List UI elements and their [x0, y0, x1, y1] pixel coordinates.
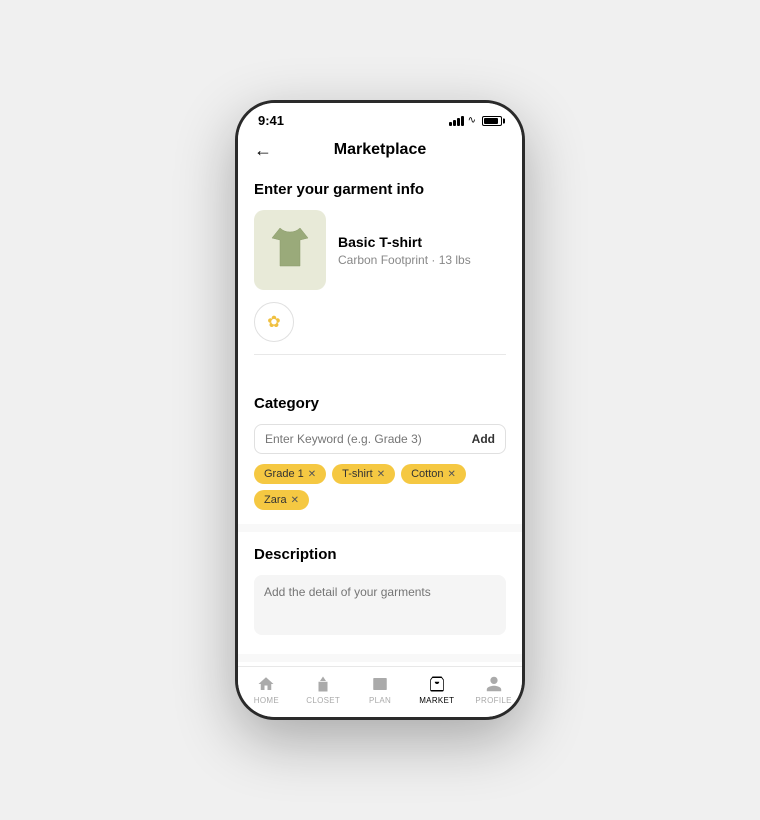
- nav-label-closet: CLOSET: [306, 696, 340, 705]
- flower-icon: ✿: [267, 312, 280, 332]
- garment-info-section: Enter your garment info Basic T-shirt Ca…: [238, 167, 522, 381]
- tag-tshirt[interactable]: T-shirt ✕: [332, 464, 395, 484]
- nav-item-closet[interactable]: CLOSET: [295, 675, 352, 705]
- tag-grade1[interactable]: Grade 1 ✕: [254, 464, 326, 484]
- battery-icon: [482, 116, 502, 126]
- tag-zara[interactable]: Zara ✕: [254, 490, 309, 510]
- market-icon: [428, 675, 446, 693]
- wifi-icon: ∿: [468, 115, 476, 126]
- tag-label: T-shirt: [342, 468, 373, 480]
- tag-label: Cotton: [411, 468, 443, 480]
- nav-item-profile[interactable]: PROFILE: [465, 675, 522, 705]
- status-bar: 9:41 ∿: [238, 103, 522, 133]
- description-title: Description: [254, 546, 506, 563]
- category-section: Category Add Grade 1 ✕ T-shirt ✕ Cotton …: [238, 381, 522, 524]
- category-title: Category: [254, 395, 506, 412]
- page-title: Marketplace: [334, 141, 427, 159]
- nav-item-home[interactable]: HOME: [238, 675, 295, 705]
- add-keyword-button[interactable]: Add: [472, 432, 495, 446]
- tag-close-icon[interactable]: ✕: [291, 495, 299, 506]
- garment-meta: Carbon Footprint · 13 lbs: [338, 253, 506, 267]
- tag-cotton[interactable]: Cotton ✕: [401, 464, 466, 484]
- main-content: Enter your garment info Basic T-shirt Ca…: [238, 167, 522, 666]
- nav-label-plan: PLAN: [369, 696, 391, 705]
- tag-label: Zara: [264, 494, 287, 506]
- back-button[interactable]: ←: [254, 140, 272, 161]
- garment-name: Basic T-shirt: [338, 234, 506, 250]
- garment-item: Basic T-shirt Carbon Footprint · 13 lbs: [254, 210, 506, 290]
- closet-icon: [314, 675, 332, 693]
- tag-close-icon[interactable]: ✕: [448, 469, 456, 480]
- plan-icon: [371, 675, 389, 693]
- nav-item-market[interactable]: MARKET: [408, 675, 465, 705]
- nav-label-profile: PROFILE: [475, 696, 511, 705]
- tag-close-icon[interactable]: ✕: [377, 469, 385, 480]
- divider: [254, 354, 506, 355]
- tags-row: Grade 1 ✕ T-shirt ✕ Cotton ✕ Zara ✕: [254, 464, 506, 510]
- profile-icon: [485, 675, 503, 693]
- nav-label-market: MARKET: [419, 696, 454, 705]
- add-image-button[interactable]: ✿: [254, 302, 294, 342]
- status-icons: ∿: [449, 115, 502, 126]
- bottom-nav: HOME CLOSET PLAN MARKET PROFILE: [238, 666, 522, 717]
- garment-section-title: Enter your garment info: [254, 181, 506, 198]
- nav-label-home: HOME: [254, 696, 279, 705]
- garment-image: [254, 210, 326, 290]
- phone-shell: 9:41 ∿ ← Marketplace Enter your garment …: [235, 100, 525, 720]
- signal-icon: [449, 116, 464, 126]
- status-time: 9:41: [258, 113, 284, 128]
- tag-close-icon[interactable]: ✕: [308, 469, 316, 480]
- nav-item-plan[interactable]: PLAN: [352, 675, 409, 705]
- tag-label: Grade 1: [264, 468, 304, 480]
- home-icon: [257, 675, 275, 693]
- keyword-input-row: Add: [254, 424, 506, 454]
- description-textarea[interactable]: [254, 575, 506, 635]
- description-section: Description: [238, 532, 522, 654]
- tshirt-icon: [266, 224, 314, 276]
- header: ← Marketplace: [238, 133, 522, 167]
- garment-details: Basic T-shirt Carbon Footprint · 13 lbs: [338, 234, 506, 267]
- keyword-input[interactable]: [265, 432, 472, 446]
